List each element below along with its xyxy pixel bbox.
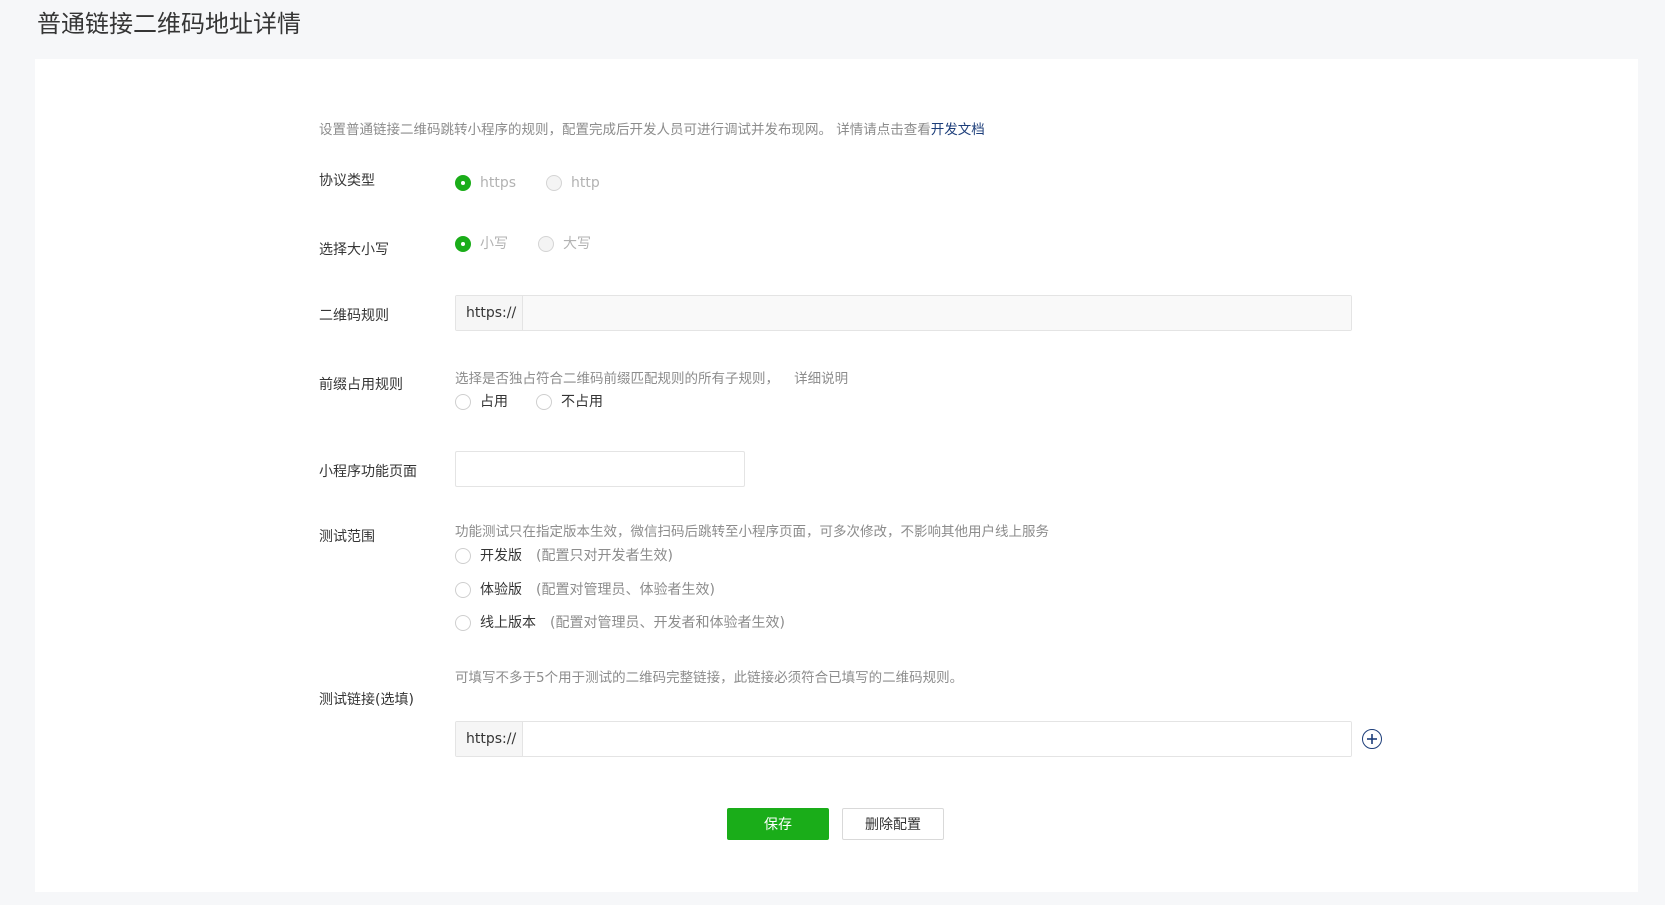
test-scope-option-note: (配置对管理员、开发者和体验者生效) bbox=[550, 615, 785, 631]
test-link-label: 测试链接(选填) bbox=[319, 692, 414, 708]
test-scope-option-label: 开发版 bbox=[480, 548, 522, 564]
case-label: 选择大小写 bbox=[319, 242, 389, 258]
radio-unchecked-icon bbox=[455, 615, 471, 631]
delete-config-button[interactable]: 删除配置 bbox=[842, 808, 944, 840]
radio-unchecked-icon bbox=[455, 394, 471, 410]
case-option-label: 大写 bbox=[563, 236, 591, 252]
test-scope-label: 测试范围 bbox=[319, 529, 375, 545]
prefix-rule-label: 前缀占用规则 bbox=[319, 377, 403, 393]
page-title: 普通链接二维码地址详情 bbox=[37, 10, 301, 38]
prefix-option-not-occupy[interactable]: 不占用 bbox=[536, 392, 603, 412]
prefix-option-occupy[interactable]: 占用 bbox=[455, 392, 508, 412]
config-card: 设置普通链接二维码跳转小程序的规则，配置完成后开发人员可进行调试并发布现网。 详… bbox=[35, 59, 1638, 892]
radio-unchecked-icon bbox=[536, 394, 552, 410]
page-path-label: 小程序功能页面 bbox=[319, 464, 417, 480]
prefix-rule-detail-link[interactable]: 详细说明 bbox=[794, 371, 848, 387]
plus-icon bbox=[1367, 734, 1377, 744]
test-scope-option-label: 体验版 bbox=[480, 582, 522, 598]
protocol-option-http[interactable]: http bbox=[546, 173, 600, 193]
save-button[interactable]: 保存 bbox=[727, 808, 829, 840]
test-scope-option-label: 线上版本 bbox=[480, 615, 536, 631]
protocol-label: 协议类型 bbox=[319, 173, 375, 189]
test-scope-option-trial[interactable]: 体验版 (配置对管理员、体验者生效) bbox=[455, 580, 715, 600]
test-link-prefix: https:// bbox=[456, 722, 523, 756]
prefix-option-label: 占用 bbox=[480, 394, 508, 410]
test-scope-option-note: (配置对管理员、体验者生效) bbox=[536, 582, 715, 598]
prefix-option-label: 不占用 bbox=[561, 394, 603, 410]
test-link-input[interactable] bbox=[523, 722, 1351, 756]
case-option-lower[interactable]: 小写 bbox=[455, 234, 508, 254]
qr-rule-input[interactable] bbox=[523, 296, 1351, 330]
page-path-input[interactable] bbox=[455, 451, 745, 487]
case-radio-group: 小写 大写 bbox=[455, 234, 621, 254]
protocol-option-label: http bbox=[571, 175, 600, 191]
qr-rule-input-group: https:// bbox=[455, 295, 1352, 331]
prefix-rule-radio-group: 占用 不占用 bbox=[455, 392, 633, 412]
radio-unchecked-icon bbox=[455, 582, 471, 598]
radio-unchecked-icon bbox=[538, 236, 554, 252]
test-scope-hint: 功能测试只在指定版本生效，微信扫码后跳转至小程序页面，可多次修改，不影响其他用户… bbox=[455, 524, 1049, 540]
description-text: 设置普通链接二维码跳转小程序的规则，配置完成后开发人员可进行调试并发布现网。 详… bbox=[319, 122, 931, 138]
radio-unchecked-icon bbox=[455, 548, 471, 564]
case-option-upper[interactable]: 大写 bbox=[538, 234, 591, 254]
case-option-label: 小写 bbox=[480, 236, 508, 252]
test-scope-option-dev[interactable]: 开发版 (配置只对开发者生效) bbox=[455, 546, 673, 566]
page-description: 设置普通链接二维码跳转小程序的规则，配置完成后开发人员可进行调试并发布现网。 详… bbox=[319, 120, 985, 140]
radio-unchecked-icon bbox=[546, 175, 563, 191]
test-link-hint: 可填写不多于5个用于测试的二维码完整链接，此链接必须符合已填写的二维码规则。 bbox=[455, 670, 964, 686]
radio-checked-icon bbox=[455, 236, 471, 252]
protocol-option-https[interactable]: https bbox=[455, 173, 516, 193]
test-scope-option-online[interactable]: 线上版本 (配置对管理员、开发者和体验者生效) bbox=[455, 613, 785, 633]
dev-docs-link[interactable]: 开发文档 bbox=[931, 122, 985, 138]
radio-checked-icon bbox=[455, 175, 471, 191]
protocol-radio-group: https http bbox=[455, 173, 630, 193]
test-link-input-group: https:// bbox=[455, 721, 1352, 757]
protocol-option-label: https bbox=[480, 175, 517, 191]
prefix-rule-hint: 选择是否独占符合二维码前缀匹配规则的所有子规则， bbox=[455, 371, 779, 387]
qr-rule-label: 二维码规则 bbox=[319, 308, 389, 324]
qr-rule-prefix: https:// bbox=[456, 296, 523, 330]
add-test-link-button[interactable] bbox=[1362, 729, 1382, 749]
prefix-rule-hint-row: 选择是否独占符合二维码前缀匹配规则的所有子规则， 详细说明 bbox=[455, 368, 848, 389]
test-scope-option-note: (配置只对开发者生效) bbox=[536, 548, 673, 564]
